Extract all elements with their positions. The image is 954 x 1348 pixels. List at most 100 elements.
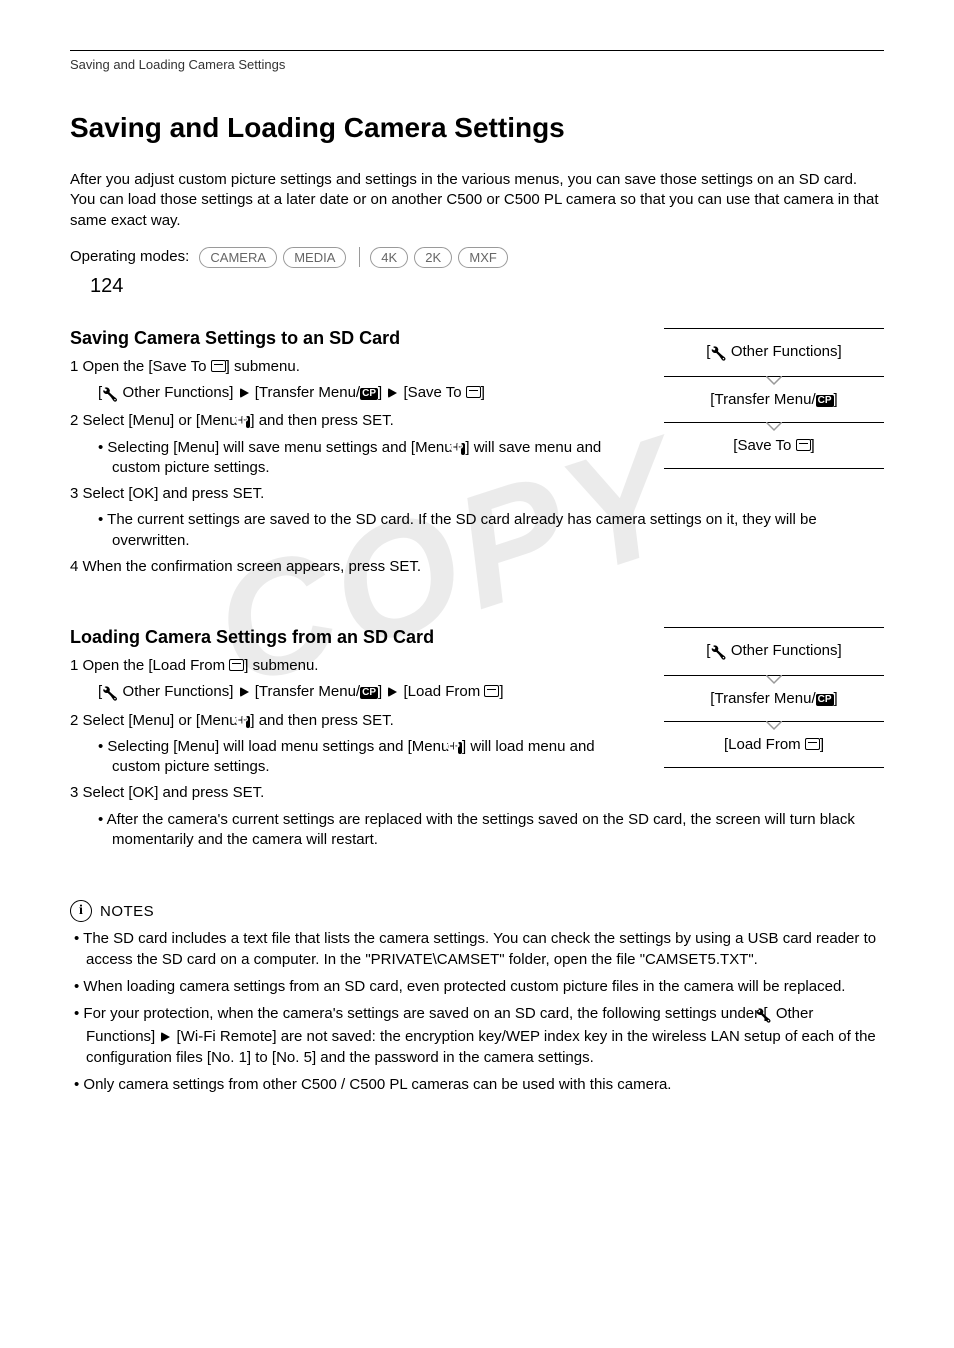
sd-icon <box>229 659 244 671</box>
sd-icon <box>484 685 499 697</box>
mode-2k: 2K <box>414 247 452 268</box>
arrow-icon <box>388 687 397 697</box>
txt: [Save To <box>733 437 795 454</box>
txt: [Wi-Fi Remote] are not saved: the encryp… <box>86 1028 876 1066</box>
operating-modes: Operating modes: CAMERA MEDIA 4K 2K MXF <box>70 247 884 268</box>
txt: ] <box>834 391 838 408</box>
txt: ] <box>481 384 485 401</box>
txt: Selecting [Menu] will load menu settings… <box>107 738 458 755</box>
save-step2-sub: • Selecting [Menu] will save menu settin… <box>98 438 634 479</box>
load-menu-path-box: [ Other Functions] [Transfer Menu/CP] [L… <box>664 627 884 768</box>
txt: After the camera's current settings are … <box>107 811 855 848</box>
load-step2-sub: • Selecting [Menu] will load menu settin… <box>98 737 634 778</box>
mode-separator <box>359 247 361 267</box>
loading-heading: Loading Camera Settings from an SD Card <box>70 627 634 648</box>
menu-load-from: [Load From ] <box>664 722 884 768</box>
save-step4: 4 When the confirmation screen appears, … <box>70 557 884 577</box>
loading-section: Loading Camera Settings from an SD Card … <box>70 627 884 850</box>
cp-icon: CP <box>816 694 834 706</box>
menu-transfer-menu: [Transfer Menu/CP] <box>664 377 884 423</box>
load-step3: 3 Select [OK] and press SET. <box>70 783 884 803</box>
txt: [Transfer Menu/ <box>710 391 815 408</box>
saving-section: Saving Camera Settings to an SD Card 1 O… <box>70 328 884 577</box>
intro-paragraph: After you adjust custom picture settings… <box>70 170 884 231</box>
save-step3: 3 Select [OK] and press SET. <box>70 484 884 504</box>
mode-4k: 4K <box>370 247 408 268</box>
txt: ] <box>499 683 503 700</box>
sd-icon <box>796 439 811 451</box>
txt: [Load From <box>404 683 485 700</box>
operating-modes-label: Operating modes: <box>70 248 189 265</box>
txt: ] <box>378 683 382 700</box>
save-step3-sub: • The current settings are saved to the … <box>98 510 884 551</box>
note-3: • For your protection, when the camera's… <box>70 1003 884 1068</box>
txt: The current settings are saved to the SD… <box>107 511 817 548</box>
txt: [Transfer Menu/ <box>255 683 360 700</box>
wrench-icon <box>102 385 118 405</box>
save-step2: 2 Select [Menu] or [Menu+CP] and then pr… <box>70 411 634 431</box>
arrow-icon <box>240 388 249 398</box>
txt: Selecting [Menu] will save menu settings… <box>107 439 461 456</box>
note-1: • The SD card includes a text file that … <box>70 928 884 970</box>
save-menu-path-box: [ Other Functions] [Transfer Menu/CP] [S… <box>664 328 884 469</box>
cp-icon: CP <box>360 388 378 400</box>
load-step3-sub: • After the camera's current settings ar… <box>98 810 884 851</box>
txt: When loading camera settings from an SD … <box>83 978 845 995</box>
arrow-icon <box>161 1032 170 1042</box>
txt: ] <box>820 736 824 753</box>
txt: Other Functions] <box>123 683 234 700</box>
txt: Only camera settings from other C500 / C… <box>83 1076 671 1093</box>
txt: [Save To <box>404 384 466 401</box>
note-4: • Only camera settings from other C500 /… <box>70 1074 884 1095</box>
arrow-icon <box>240 687 249 697</box>
page-number: 124 <box>90 275 123 298</box>
load-step2: 2 Select [Menu] or [Menu+CP] and then pr… <box>70 711 634 731</box>
cp-icon: CP <box>816 395 834 407</box>
mode-mxf: MXF <box>458 247 507 268</box>
menu-save-to: [Save To ] <box>664 423 884 469</box>
menu-transfer-menu: [Transfer Menu/CP] <box>664 676 884 722</box>
txt: Other Functions] <box>123 384 234 401</box>
sd-icon <box>466 386 481 398</box>
info-icon: i <box>70 900 92 922</box>
txt: ] and then press SET. <box>250 712 393 729</box>
sd-icon <box>211 360 226 372</box>
save-step1-b: ] submenu. <box>226 358 300 375</box>
txt: Other Functions] <box>731 642 842 659</box>
txt: [Load From <box>724 736 805 753</box>
txt: ] <box>378 384 382 401</box>
txt: ] <box>834 690 838 707</box>
wrench-icon <box>710 644 726 661</box>
txt: Other Functions] <box>731 343 842 360</box>
wrench-icon <box>767 1005 771 1026</box>
txt: The SD card includes a text file that li… <box>83 930 876 968</box>
txt: ] <box>811 437 815 454</box>
txt: [Transfer Menu/ <box>255 384 360 401</box>
arrow-icon <box>388 388 397 398</box>
menu-other-functions: [ Other Functions] <box>664 627 884 676</box>
notes-label: NOTES <box>100 903 154 920</box>
txt: ] and then press SET. <box>250 412 393 429</box>
note-2: • When loading camera settings from an S… <box>70 976 884 997</box>
save-step1-path: [ Other Functions] [Transfer Menu/CP] [S… <box>84 383 634 405</box>
mode-camera: CAMERA <box>199 247 277 268</box>
load-step1: 1 Open the [Load From ] submenu. <box>70 656 634 676</box>
load-step1-path: [ Other Functions] [Transfer Menu/CP] [L… <box>84 682 634 704</box>
txt: 2 Select [Menu] or [Menu+ <box>70 712 246 729</box>
notes-heading: i NOTES <box>70 900 884 922</box>
sd-icon <box>805 738 820 750</box>
txt: 2 Select [Menu] or [Menu+ <box>70 412 246 429</box>
top-rule <box>70 50 884 51</box>
wrench-icon <box>102 684 118 704</box>
wrench-icon <box>710 345 726 362</box>
txt: For your protection, when the camera's s… <box>83 1005 767 1022</box>
save-step1-a: 1 Open the [Save To <box>70 358 211 375</box>
txt: 1 Open the [Load From <box>70 657 229 674</box>
page-title: Saving and Loading Camera Settings <box>70 112 884 144</box>
txt: ] submenu. <box>244 657 318 674</box>
txt: [Transfer Menu/ <box>710 690 815 707</box>
save-step1: 1 Open the [Save To ] submenu. <box>70 357 634 377</box>
cp-icon: CP <box>360 687 378 699</box>
menu-other-functions: [ Other Functions] <box>664 328 884 377</box>
saving-heading: Saving Camera Settings to an SD Card <box>70 328 634 349</box>
